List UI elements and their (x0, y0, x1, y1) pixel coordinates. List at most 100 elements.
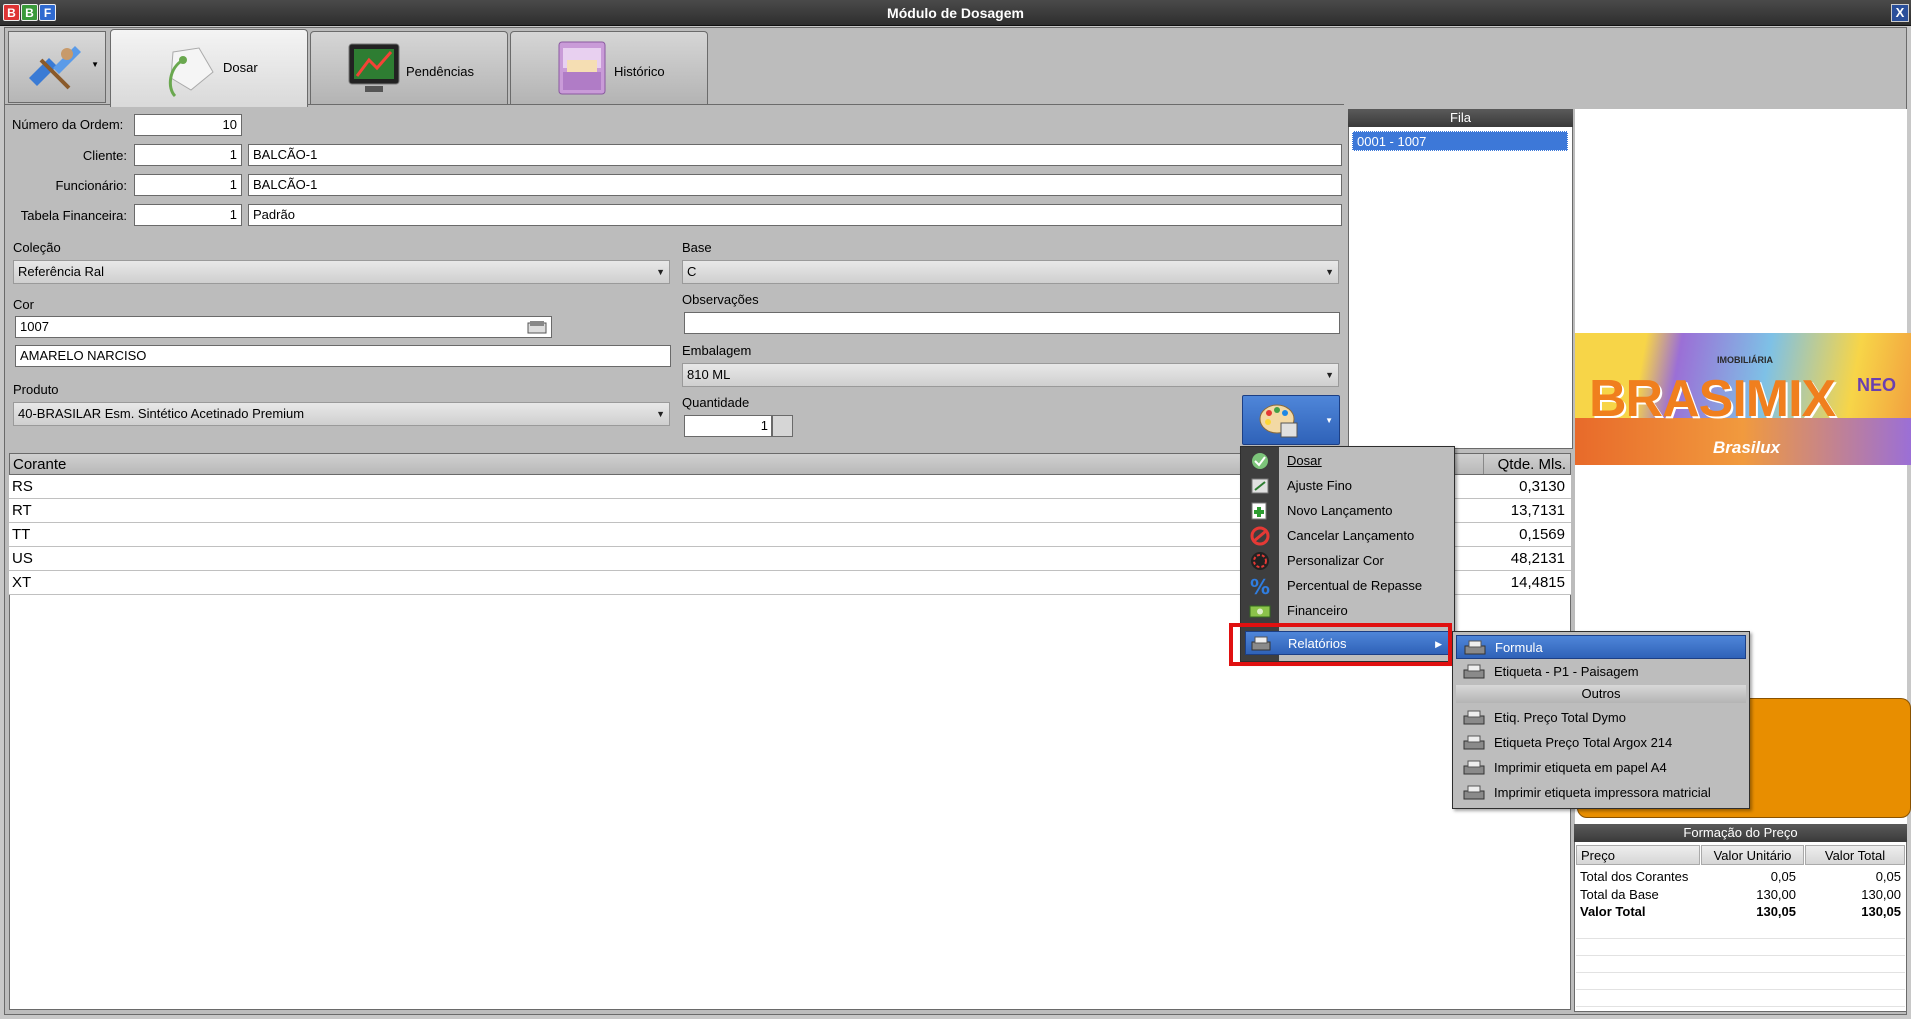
price-row-label: Total dos Corantes (1580, 869, 1689, 884)
submenu-item-etiq-a4[interactable]: Imprimir etiqueta em papel A4 (1456, 756, 1746, 780)
tab-pendencias[interactable]: Pendências (310, 31, 508, 105)
funcionario-label: Funcionário: (55, 178, 127, 193)
base-select[interactable]: C ▼ (682, 260, 1339, 284)
funcionario-code-field[interactable]: 1 (134, 174, 242, 196)
palette-icon (1259, 404, 1298, 438)
corante-cell: TT (12, 526, 31, 543)
tab-dosar-label: Dosar (223, 60, 258, 75)
fila-item[interactable]: 0001 - 1007 (1352, 131, 1568, 151)
chevron-down-icon: ▼ (1325, 416, 1333, 425)
logo-b1: B (3, 4, 20, 21)
price-row-total: 0,05 (1875, 869, 1901, 884)
cliente-label: Cliente: (82, 148, 127, 163)
printer-icon (1463, 735, 1485, 750)
submenu-item-etiq-dymo[interactable]: Etiq. Preço Total Dymo (1456, 706, 1746, 730)
printer-icon (1464, 640, 1486, 655)
price-row-unit: 130,00 (1756, 887, 1796, 902)
tab-pendencias-label: Pendências (406, 64, 474, 79)
cliente-code-field[interactable]: 1 (134, 144, 242, 166)
chevron-down-icon: ▼ (656, 409, 665, 419)
base-value: C (687, 264, 697, 279)
produto-select[interactable]: 40-BRASILAR Esm. Sintético Acetinado Pre… (13, 402, 670, 426)
quantidade-spinner[interactable] (772, 415, 793, 437)
cor-code-field[interactable]: 1007 (15, 316, 552, 338)
novo-lancamento-icon (1251, 502, 1267, 520)
eraser-icon[interactable] (526, 319, 548, 335)
submenu-item-label: Etiq. Preço Total Dymo (1494, 710, 1626, 725)
chevron-down-icon: ▼ (91, 60, 99, 69)
submenu-item-etiq-argox[interactable]: Etiqueta Preço Total Argox 214 (1456, 731, 1746, 755)
percent-icon: % (1250, 576, 1270, 596)
base-label: Base (682, 240, 712, 255)
price-row-unit: 0,05 (1770, 869, 1796, 884)
qtde-cell: 13,7131 (1510, 502, 1565, 519)
menu-item-percentual-repasse[interactable]: % Percentual de Repasse (1245, 574, 1450, 598)
tag-icon (168, 47, 214, 98)
submenu-item-formula[interactable]: Formula (1456, 635, 1746, 659)
corante-cell: RT (12, 502, 32, 519)
menu-item-label: Dosar (1287, 453, 1322, 468)
menu-item-label: Personalizar Cor (1287, 553, 1384, 568)
embalagem-select[interactable]: 810 ML ▼ (682, 363, 1339, 387)
close-button[interactable]: X (1891, 4, 1909, 22)
printer-icon (1463, 760, 1485, 775)
submenu-item-label: Etiqueta - P1 - Paisagem (1494, 664, 1639, 679)
cor-name-field[interactable]: AMARELO NARCISO (15, 345, 671, 367)
tab-historico-label: Histórico (614, 64, 665, 79)
colecao-select[interactable]: Referência Ral ▼ (13, 260, 670, 284)
quantidade-field[interactable]: 1 (684, 415, 772, 437)
colecao-value: Referência Ral (18, 264, 104, 279)
col-total: Valor Total (1805, 845, 1905, 865)
menu-item-novo-lancamento[interactable]: Novo Lançamento (1245, 499, 1450, 523)
actions-menu-button[interactable]: ▼ (1242, 395, 1340, 445)
svg-text:%: % (1250, 576, 1270, 596)
submenu-item-label: Imprimir etiqueta impressora matricial (1494, 785, 1711, 800)
tabela-name-field[interactable]: Padrão (248, 204, 1342, 226)
qtde-cell: 0,3130 (1519, 478, 1565, 495)
cliente-name-field[interactable]: BALCÃO-1 (248, 144, 1342, 166)
numero-ordem-field[interactable]: 10 (134, 114, 242, 136)
cor-label: Cor (13, 297, 34, 312)
fila-panel (1348, 109, 1573, 449)
price-row-label: Total da Base (1580, 887, 1659, 902)
submenu-item-label: Etiqueta Preço Total Argox 214 (1494, 735, 1673, 750)
brasimix-banner: IMOBILIÁRIA BRASIMIX NEO Brasilux (1575, 333, 1911, 465)
menu-item-ajuste-fino[interactable]: Ajuste Fino (1245, 474, 1450, 498)
menu-item-personalizar-cor[interactable]: Personalizar Cor (1245, 549, 1450, 573)
tab-historico[interactable]: Histórico (510, 31, 708, 105)
chevron-down-icon: ▼ (1325, 267, 1334, 277)
tab-dosar[interactable]: Dosar (110, 29, 308, 107)
menu-item-financeiro[interactable]: Financeiro (1245, 599, 1450, 623)
price-row-unit: 130,05 (1756, 904, 1796, 919)
embalagem-value: 810 ML (687, 367, 731, 382)
printer-icon (1463, 710, 1485, 725)
tools-dropdown-button[interactable]: ▼ (8, 31, 106, 103)
menu-item-cancelar-lancamento[interactable]: Cancelar Lançamento (1245, 524, 1450, 548)
corante-cell: XT (12, 574, 32, 591)
price-title: Formação do Preço (1574, 824, 1907, 842)
file-cabinet-icon (558, 41, 606, 95)
col-qtde: Qtde. Mls. (1483, 454, 1571, 474)
submenu-item-etiq-matricial[interactable]: Imprimir etiqueta impressora matricial (1456, 781, 1746, 805)
funcionario-name-field[interactable]: BALCÃO-1 (248, 174, 1342, 196)
corante-cell: US (12, 550, 33, 567)
quantidade-label: Quantidade (682, 395, 750, 410)
col-unit: Valor Unitário (1701, 845, 1804, 865)
observacoes-label: Observações (682, 292, 759, 307)
tabela-code-field[interactable]: 1 (134, 204, 242, 226)
tabela-financeira-label: Tabela Financeira: (20, 208, 127, 223)
cor-code-value: 1007 (20, 319, 49, 334)
embalagem-label: Embalagem (682, 343, 752, 358)
qtde-cell: 48,2131 (1510, 550, 1565, 567)
paint-brush-icon (29, 46, 81, 90)
submenu-item-etiqueta-p1[interactable]: Etiqueta - P1 - Paisagem (1456, 660, 1746, 684)
observacoes-field[interactable] (684, 312, 1340, 334)
menu-item-dosar[interactable]: Dosar (1245, 449, 1450, 473)
printer-icon (1463, 785, 1485, 800)
price-grid-lines (1576, 922, 1905, 1010)
menu-item-label: Percentual de Repasse (1287, 578, 1423, 593)
price-row-total: 130,00 (1861, 887, 1901, 902)
highlight-annotation (1229, 623, 1452, 666)
produto-value: 40-BRASILAR Esm. Sintético Acetinado Pre… (18, 406, 305, 421)
printer-icon (1463, 664, 1485, 679)
